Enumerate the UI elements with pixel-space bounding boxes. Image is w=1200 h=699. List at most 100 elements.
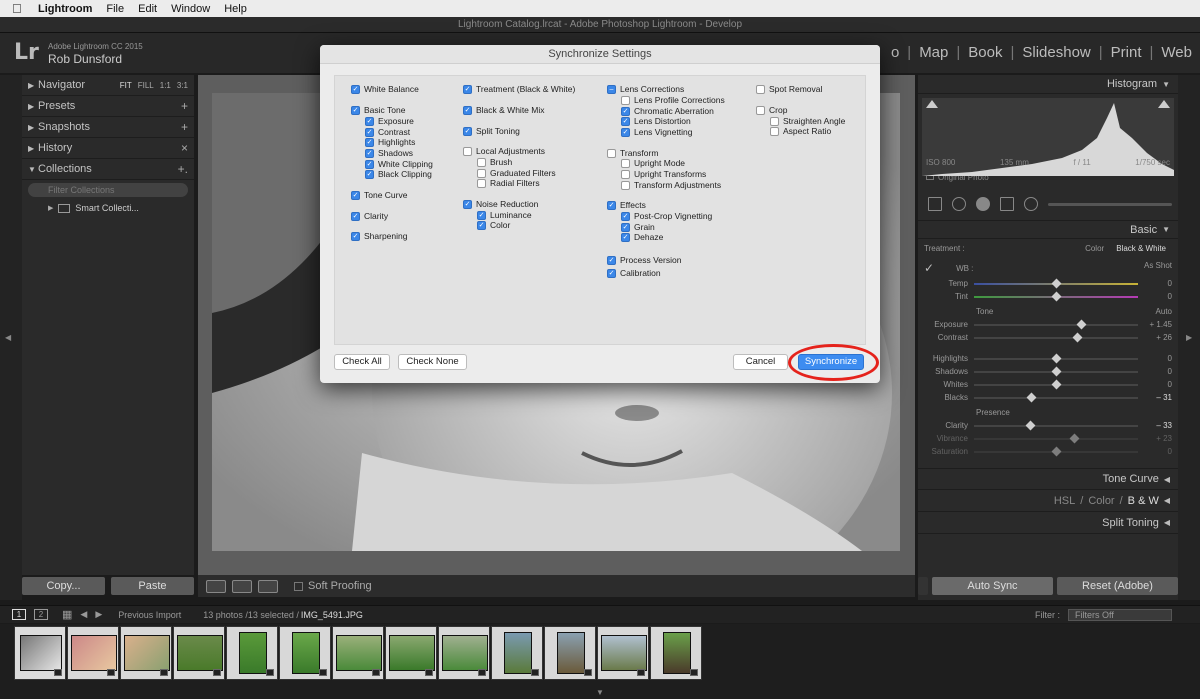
chk-graduated-filters[interactable]: Graduated Filters — [477, 168, 556, 178]
chk-contrast[interactable]: ✓ Contrast — [365, 127, 410, 137]
temp-slider-knob[interactable] — [1051, 278, 1062, 288]
chk-split-toning[interactable]: ✓ Split Toning — [463, 126, 520, 136]
module-print[interactable]: Print — [1103, 44, 1150, 61]
history-header[interactable]: ▶ History × — [22, 138, 194, 159]
checkbox[interactable]: ✓ — [463, 105, 472, 115]
chk-grain[interactable]: ✓ Grain — [621, 222, 655, 232]
chk-crop[interactable]: Crop — [756, 105, 787, 115]
filmstrip-thumbnail[interactable] — [173, 626, 225, 680]
soft-proofing-checkbox[interactable] — [294, 581, 303, 591]
checkbox[interactable]: ✓ — [621, 106, 630, 116]
filmstrip-thumbnail[interactable] — [14, 626, 66, 680]
filmstrip-thumbnail[interactable] — [491, 626, 543, 680]
vibrance-slider-knob[interactable] — [1069, 433, 1080, 443]
chk-clarity[interactable]: ✓ Clarity — [351, 211, 388, 221]
checkbox[interactable] — [477, 168, 486, 178]
treatment-black-white[interactable]: Black & White — [1110, 244, 1172, 253]
chk-upright-transforms[interactable]: Upright Transforms — [621, 169, 706, 179]
checkbox[interactable] — [477, 157, 486, 167]
auto-tone-button[interactable]: Auto — [1156, 307, 1172, 316]
tone-curve-header[interactable]: Tone Curve ◀ — [918, 468, 1178, 490]
module-slideshow[interactable]: Slideshow — [1014, 44, 1098, 61]
vibrance-slider-track[interactable] — [974, 433, 1138, 443]
exposure-value[interactable]: + 1.45 — [1138, 320, 1172, 329]
shadows-slider-track[interactable] — [974, 366, 1138, 376]
source-label[interactable]: Previous Import — [118, 610, 181, 620]
white-balance-eyedropper-icon[interactable]: ✓ — [924, 261, 934, 275]
checkbox[interactable]: ✓ — [621, 127, 630, 137]
shadows-slider-knob[interactable] — [1051, 366, 1062, 376]
chk-chromatic-aberration[interactable]: ✓ Chromatic Aberration — [621, 106, 714, 116]
checkbox[interactable]: ✓ — [607, 200, 616, 210]
checkbox[interactable] — [770, 116, 779, 126]
checkbox[interactable] — [770, 126, 779, 136]
navigator-header[interactable]: ▶ Navigator FIT FILL 1:1 3:1 — [22, 75, 194, 96]
chk-highlights[interactable]: ✓ Highlights — [365, 137, 415, 147]
chk-noise-reduction[interactable]: ✓ Noise Reduction — [463, 199, 538, 209]
blacks-value[interactable]: – 31 — [1138, 393, 1172, 402]
checkbox[interactable]: ✓ — [477, 220, 486, 230]
crop-tool-icon[interactable] — [928, 197, 942, 211]
zoom-fill[interactable]: FILL — [138, 81, 154, 90]
main-window-button[interactable]: 1 — [12, 609, 26, 620]
filmstrip-thumbnail[interactable] — [226, 626, 278, 680]
hsl-tab[interactable]: HSL — [1054, 495, 1075, 507]
forward-arrow-icon[interactable]: ▶ — [95, 609, 102, 620]
chk-treatment[interactable]: ✓ Treatment (Black & White) — [463, 84, 575, 94]
chk-process-version[interactable]: ✓ Process Version — [607, 255, 681, 265]
clarity-value[interactable]: – 33 — [1138, 421, 1172, 430]
brush-slider[interactable] — [1048, 202, 1172, 206]
checkbox-mixed[interactable]: – — [607, 84, 616, 94]
chk-post-crop-vignetting[interactable]: ✓ Post-Crop Vignetting — [621, 211, 712, 221]
graduated-filter-icon[interactable] — [1000, 197, 1014, 211]
chk-bw-mix[interactable]: ✓ Black & White Mix — [463, 105, 545, 115]
chk-calibration[interactable]: ✓ Calibration — [607, 268, 661, 278]
checkbox[interactable] — [621, 158, 630, 168]
checkbox[interactable]: ✓ — [477, 210, 486, 220]
chk-exposure[interactable]: ✓ Exposure — [365, 116, 414, 126]
checkbox[interactable]: ✓ — [351, 84, 360, 94]
chk-dehaze[interactable]: ✓ Dehaze — [621, 232, 663, 242]
module-map[interactable]: Map — [911, 44, 956, 61]
highlights-slider-knob[interactable] — [1051, 353, 1062, 363]
zoom-3-1[interactable]: 3:1 — [177, 81, 188, 90]
filter-select[interactable]: Filters Off — [1068, 608, 1172, 621]
whites-slider-knob[interactable] — [1051, 379, 1062, 389]
checkbox[interactable] — [756, 84, 765, 94]
secondary-window-button[interactable]: 2 — [34, 609, 48, 620]
chk-upright-mode[interactable]: Upright Mode — [621, 158, 685, 168]
right-edge-collapse[interactable]: ▶ — [1178, 75, 1200, 600]
chk-lens-profile-corrections[interactable]: Lens Profile Corrections — [621, 95, 725, 105]
treatment-color[interactable]: Color — [1079, 244, 1110, 253]
collection-item[interactable]: ▶ Smart Collecti... — [22, 200, 194, 216]
exposure-slider-track[interactable] — [974, 319, 1138, 329]
filmstrip-thumbnail[interactable] — [332, 626, 384, 680]
filmstrip-thumbnail[interactable] — [120, 626, 172, 680]
saturation-slider-track[interactable] — [974, 446, 1138, 456]
apple-icon[interactable]:  — [12, 1, 26, 16]
add-preset-icon[interactable]: + — [181, 99, 188, 113]
chk-transform[interactable]: Transform — [607, 148, 658, 158]
checkbox[interactable]: ✓ — [365, 127, 374, 137]
tint-value[interactable]: 0 — [1138, 292, 1172, 301]
whites-slider-track[interactable] — [974, 379, 1138, 389]
red-eye-icon[interactable] — [976, 197, 990, 211]
checkbox[interactable] — [477, 178, 486, 188]
exposure-slider-knob[interactable] — [1076, 319, 1087, 329]
histogram-header[interactable]: Histogram ▼ — [918, 75, 1178, 94]
blacks-slider-knob[interactable] — [1026, 392, 1037, 402]
checkbox[interactable] — [621, 180, 630, 190]
filmstrip-thumbnail[interactable] — [67, 626, 119, 680]
color-tab[interactable]: Color — [1088, 495, 1114, 507]
checkbox[interactable]: ✓ — [463, 199, 472, 209]
chk-radial-filters[interactable]: Radial Filters — [477, 178, 540, 188]
before-after-icon[interactable] — [232, 579, 252, 593]
menu-help[interactable]: Help — [224, 3, 247, 15]
filmstrip-thumbnail[interactable] — [279, 626, 331, 680]
sync-switch[interactable] — [918, 577, 928, 595]
loupe-view-icon[interactable] — [206, 579, 226, 593]
filmstrip-thumbnail[interactable] — [597, 626, 649, 680]
collections-header[interactable]: ▼ Collections +. — [22, 159, 194, 180]
chk-tone-curve[interactable]: ✓ Tone Curve — [351, 190, 407, 200]
basic-header[interactable]: Basic ▼ — [918, 220, 1178, 239]
